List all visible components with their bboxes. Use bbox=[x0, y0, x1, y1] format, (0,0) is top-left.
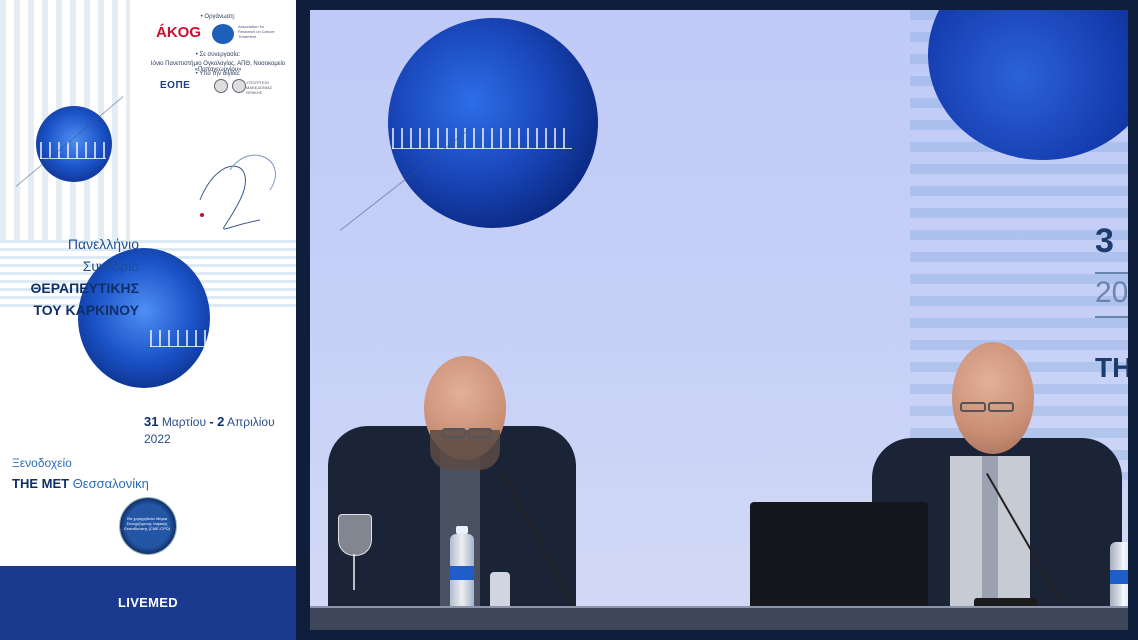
bottle-cap bbox=[456, 526, 468, 534]
conference-dates: 31 Μαρτίου - 2 Απριλίου bbox=[144, 414, 275, 429]
glasses-icon-speaker-right bbox=[960, 402, 986, 412]
partnership-label: • Σε συνεργασία: bbox=[195, 52, 241, 58]
cme-text: Θα χορηγηθούν Μόρια Συνεχιζόμενης Ιατρικ… bbox=[124, 516, 170, 531]
ministry-text: ΥΠΟΥΡΓΕΙΟ ΜΑΚΕΔΟΝΙΑΣ ΘΡΑΚΗΣ bbox=[246, 80, 273, 95]
glasses-icon-speaker-right-2 bbox=[988, 402, 1014, 412]
screen-year-text: 20 bbox=[1095, 276, 1128, 309]
title-line-4: ΤΟΥ ΚΑΡΚΙΝΟΥ bbox=[33, 302, 139, 318]
seal-icon bbox=[214, 79, 228, 93]
conference-year: 2022 bbox=[144, 432, 171, 446]
org-sub-text: Association for Research on Cancer Treat… bbox=[238, 24, 275, 39]
title-line-1: Πανελλήνιο bbox=[67, 236, 139, 252]
ministry-seal-icon bbox=[232, 79, 246, 93]
screen-globe-graphic bbox=[388, 18, 598, 228]
handwriting-swirl-graphic bbox=[199, 154, 276, 230]
title-line-2: Συνέδριο bbox=[82, 258, 139, 274]
screen-skyline-graphic bbox=[392, 128, 572, 149]
video-stage: 3 20 TH bbox=[310, 10, 1128, 630]
org-badge-icon bbox=[212, 24, 234, 44]
screen-rule bbox=[1095, 272, 1128, 274]
speaker-right-head bbox=[952, 342, 1034, 454]
organizer-label: • Οργάνωση: bbox=[200, 14, 236, 20]
livemed-footer: LIVEMED bbox=[0, 566, 296, 640]
venue-label: Ξενοδοχείο bbox=[12, 456, 72, 470]
screen-venue-text: TH bbox=[1095, 352, 1128, 383]
thessaloniki-skyline bbox=[150, 330, 290, 347]
screen-rule-2 bbox=[1095, 316, 1128, 318]
speaker-table bbox=[310, 608, 1128, 630]
akog-logo: ÁKOG bbox=[156, 24, 201, 41]
eope-logo: ΕΟΠΕ bbox=[160, 80, 191, 91]
screen-number-text: 3 bbox=[1095, 222, 1114, 260]
glasses-icon-right bbox=[468, 428, 492, 438]
venue-name: THE MET Θεσσαλονίκη bbox=[12, 476, 149, 491]
conference-poster: • Οργάνωση: ÁKOG Association for Researc… bbox=[0, 0, 296, 640]
title-line-3: ΘΕΡΑΠΕΥΤΙΚΗΣ bbox=[30, 280, 140, 296]
wine-glass-stem bbox=[353, 554, 355, 590]
glasses-icon bbox=[442, 428, 466, 438]
auspices-label: • Υπό την αιγίδα: bbox=[195, 71, 241, 77]
wine-glass bbox=[338, 514, 372, 556]
